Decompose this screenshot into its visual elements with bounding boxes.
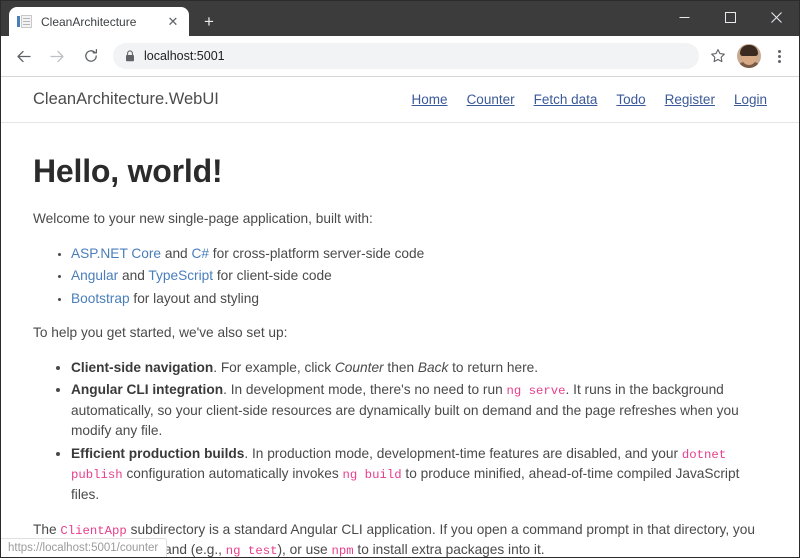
nav-link-home[interactable]: Home: [412, 92, 448, 107]
page-title: Hello, world!: [33, 153, 223, 189]
get-started-lead: To help you get started, we've also set …: [33, 325, 288, 341]
text-run: for layout and styling: [129, 290, 259, 306]
content-link[interactable]: ASP.NET Core: [71, 246, 161, 261]
lock-icon: [125, 50, 135, 62]
minimize-icon[interactable]: [661, 1, 707, 34]
italic-text: Counter: [334, 359, 384, 375]
address-bar[interactable]: localhost:5001: [113, 43, 699, 69]
star-icon[interactable]: [705, 43, 731, 69]
reload-icon[interactable]: [77, 42, 105, 70]
text-run: ), or use: [277, 542, 332, 557]
emphasis-text: Client-side navigation: [71, 359, 214, 375]
inline-code: npm: [331, 544, 354, 557]
back-arrow-icon[interactable]: [9, 42, 37, 70]
list-item: Angular CLI integration. In development …: [71, 380, 767, 442]
nav-link-register[interactable]: Register: [665, 92, 715, 107]
text-run: for cross-platform server-side code: [208, 245, 425, 261]
text-run: The: [33, 521, 61, 537]
text-run: . In production mode, development-time f…: [244, 445, 682, 461]
status-bar: https://localhost:5001/counter: [1, 538, 168, 557]
window-controls: [661, 1, 799, 36]
list-item: ASP.NET Core and C# for cross-platform s…: [71, 244, 767, 265]
browser-toolbar: localhost:5001: [1, 36, 799, 76]
list-item: Efficient production builds. In producti…: [71, 444, 767, 506]
site-navbar: CleanArchitecture.WebUI Home Counter Fet…: [1, 77, 799, 123]
content-link[interactable]: Bootstrap: [71, 291, 130, 306]
content-link[interactable]: TypeScript: [148, 268, 213, 283]
list-item: Client-side navigation. For example, cli…: [71, 358, 767, 379]
inline-code: ClientApp: [60, 523, 127, 538]
text-run: then: [383, 359, 418, 375]
inline-code: ng build: [342, 468, 402, 483]
browser-window: CleanArchitecture ✕ + localhost:5001 Cle…: [0, 0, 800, 558]
avatar[interactable]: [737, 44, 761, 68]
close-window-icon[interactable]: [753, 1, 799, 34]
browser-tab[interactable]: CleanArchitecture ✕: [9, 7, 189, 36]
text-run: . For example, click: [213, 359, 335, 375]
content-link[interactable]: Angular: [71, 268, 118, 283]
content-link[interactable]: C#: [191, 246, 209, 261]
inline-code: ng serve: [506, 384, 566, 399]
nav-link-counter[interactable]: Counter: [467, 92, 515, 107]
three-dot-menu-icon[interactable]: [767, 43, 791, 69]
emphasis-text: Efficient production builds: [71, 445, 245, 461]
italic-text: Back: [417, 359, 449, 375]
page-viewport: CleanArchitecture.WebUI Home Counter Fet…: [1, 76, 799, 557]
technology-list: ASP.NET Core and C# for cross-platform s…: [33, 244, 767, 310]
text-run: to install extra packages into it.: [353, 542, 545, 557]
text-run: to return here.: [448, 359, 539, 375]
list-item: Angular and TypeScript for client-side c…: [71, 266, 767, 287]
page-lead: Welcome to your new single-page applicat…: [33, 211, 373, 226]
new-tab-button[interactable]: +: [195, 7, 223, 35]
nav-links: Home Counter Fetch data Todo Register Lo…: [412, 92, 767, 107]
tab-strip: CleanArchitecture ✕ +: [1, 1, 799, 36]
nav-link-fetch-data[interactable]: Fetch data: [534, 92, 598, 107]
nav-link-todo[interactable]: Todo: [616, 92, 645, 107]
address-bar-url: localhost:5001: [144, 49, 225, 63]
text-run: for client-side code: [213, 268, 332, 284]
close-tab-icon[interactable]: ✕: [165, 14, 181, 30]
forward-arrow-icon: [43, 42, 71, 70]
page-content: Hello, world! Welcome to your new single…: [1, 123, 799, 557]
brand-title[interactable]: CleanArchitecture.WebUI: [33, 90, 412, 109]
emphasis-text: Angular CLI integration: [71, 382, 224, 398]
maximize-icon[interactable]: [707, 1, 753, 34]
inline-code: ng test: [225, 544, 278, 557]
text-run: . In development mode, there's no need t…: [223, 382, 507, 398]
nav-link-login[interactable]: Login: [734, 92, 767, 107]
text-run: and: [118, 268, 149, 284]
tab-title: CleanArchitecture: [41, 14, 137, 29]
features-list: Client-side navigation. For example, cli…: [33, 358, 767, 506]
text-run: configuration automatically invokes: [122, 466, 343, 482]
text-run: and: [161, 245, 192, 261]
document-icon: [17, 14, 33, 30]
list-item: Bootstrap for layout and styling: [71, 289, 767, 310]
